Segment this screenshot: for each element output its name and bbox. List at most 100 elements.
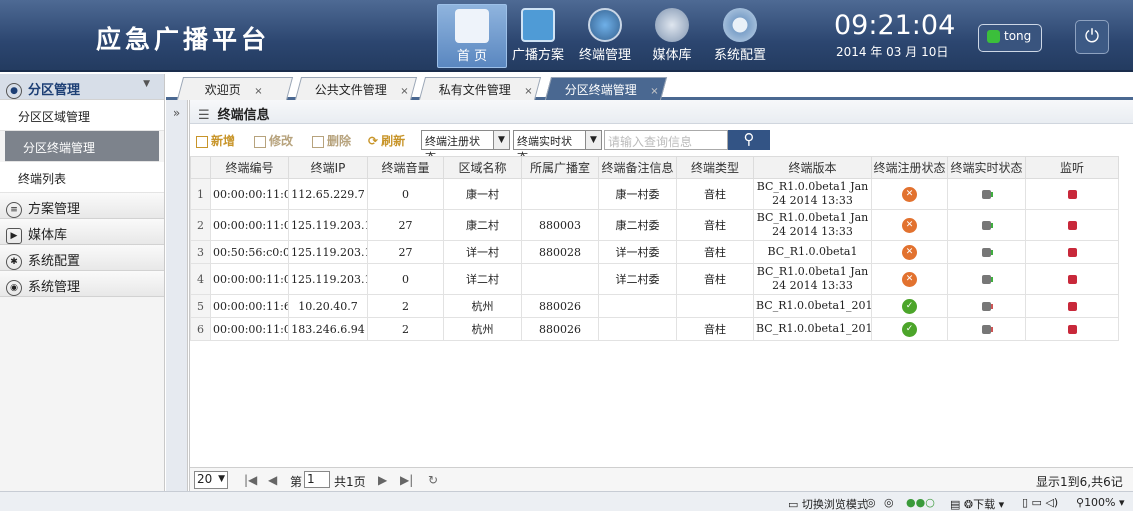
- tab-public-files[interactable]: 公共文件管理 ×: [294, 77, 418, 100]
- sidebar-group-zone[interactable]: ● 分区管理 ▼: [0, 74, 164, 100]
- edit-button[interactable]: 修改: [254, 132, 293, 149]
- sidebar-item-terminal-list[interactable]: 终端列表: [0, 162, 164, 193]
- column-header[interactable]: 所属广播室: [521, 156, 599, 179]
- check-icon: ✓: [902, 321, 917, 337]
- column-header[interactable]: 终端编号: [210, 156, 289, 179]
- zoom-control[interactable]: ⚲100% ▾: [1076, 496, 1125, 509]
- speaker-mute-icon[interactable]: [1067, 190, 1077, 199]
- tools-icon[interactable]: ▯ ▭ ◁): [1022, 496, 1058, 509]
- search-input[interactable]: 请输入查询信息: [604, 130, 728, 150]
- table-row[interactable]: 500:00:00:11:66:110.20.40.72杭州880026 BC_R…: [190, 294, 1119, 318]
- speaker-mute-icon[interactable]: [1067, 275, 1077, 284]
- monitor-cell[interactable]: [1025, 178, 1119, 210]
- nav-system-config[interactable]: 系统配置: [705, 4, 775, 68]
- browser-status-bar: ▭ 切换浏览模式 ◎ ◎ ●●○ ▤ ❂下载 ▾ ▯ ▭ ◁) ⚲100% ▾: [0, 491, 1133, 511]
- user-button[interactable]: tong: [978, 24, 1042, 52]
- monitor-cell[interactable]: [1025, 294, 1119, 318]
- last-page-icon[interactable]: ▶|: [400, 473, 413, 487]
- nav-terminal[interactable]: 终端管理: [570, 4, 640, 68]
- column-header[interactable]: 终端IP: [288, 156, 368, 179]
- app-title: 应急广播平台: [96, 25, 271, 54]
- register-status-cell: ✕: [871, 240, 948, 264]
- toggle-icon[interactable]: ●●○: [906, 496, 935, 509]
- nav-broadcast-plan[interactable]: 广播方案: [503, 4, 573, 68]
- monitor-cell[interactable]: [1025, 263, 1119, 295]
- add-icon: [196, 135, 208, 148]
- terminal-note: [598, 294, 677, 318]
- table-row[interactable]: 400:00:00:11:00:0125.119.203.170详二村 详二村委音…: [190, 263, 1119, 295]
- power-button[interactable]: ⏻: [1075, 20, 1109, 54]
- register-status-select[interactable]: 终端注册状态▼: [421, 130, 510, 164]
- column-header[interactable]: 终端音量: [367, 156, 444, 179]
- delete-button[interactable]: 删除: [312, 132, 351, 149]
- globe-icon[interactable]: ◎: [884, 496, 894, 509]
- media-icon: ▶: [6, 227, 22, 244]
- nav-home[interactable]: 首 页: [437, 4, 507, 68]
- monitor-cell[interactable]: [1025, 209, 1119, 241]
- terminal-ip: 125.119.203.17: [288, 263, 368, 295]
- zoom-value: 100%: [1084, 496, 1116, 509]
- sidebar-item-zone-area[interactable]: 分区区域管理: [0, 100, 164, 131]
- refresh-button[interactable]: ⟳ 刷新: [368, 132, 405, 149]
- row-index: 3: [190, 240, 211, 264]
- first-page-icon[interactable]: |◀: [244, 473, 257, 487]
- sidebar-group-media[interactable]: ▶ 媒体库: [0, 219, 164, 245]
- close-icon[interactable]: ×: [650, 86, 658, 97]
- table-row[interactable]: 600:00:00:11:00:0183.246.6.942杭州880026 音柱…: [190, 317, 1119, 341]
- double-chevron-right-icon: »: [172, 106, 181, 120]
- sidebar-collapse-handle[interactable]: »: [166, 74, 188, 491]
- terminal-id: 00:00:00:11:00:0: [210, 263, 289, 295]
- column-header[interactable]: 监听: [1025, 156, 1119, 179]
- terminal-note: 康二村委: [598, 209, 677, 241]
- sidebar-group-config[interactable]: ✱ 系统配置: [0, 245, 164, 271]
- tab-welcome[interactable]: 欢迎页 ×: [176, 77, 294, 100]
- download-button[interactable]: ▤ ❂下载 ▾: [950, 496, 1004, 512]
- page-size-select[interactable]: 20 ▼: [194, 471, 228, 489]
- sidebar-group-system[interactable]: ◉ 系统管理: [0, 271, 164, 297]
- column-header[interactable]: 区域名称: [443, 156, 522, 179]
- speaker-mute-icon[interactable]: [1067, 302, 1077, 311]
- realtime-status-select[interactable]: 终端实时状态▼: [513, 130, 602, 164]
- search-button[interactable]: ⚲: [728, 130, 770, 150]
- tab-private-files[interactable]: 私有文件管理 ×: [418, 77, 542, 100]
- monitor-cell[interactable]: [1025, 240, 1119, 264]
- sidebar-group-plan[interactable]: ≡ 方案管理: [0, 193, 164, 219]
- column-header[interactable]: [190, 156, 211, 179]
- sidebar-item-zone-terminal[interactable]: 分区终端管理: [5, 131, 159, 162]
- column-header[interactable]: 终端备注信息: [598, 156, 677, 179]
- table-row[interactable]: 300:50:56:c0:00:0125.119.203.1727详一村8800…: [190, 240, 1119, 264]
- chevron-down-icon: ▼: [143, 79, 150, 89]
- page-size-value: 20: [197, 472, 213, 486]
- nav-media[interactable]: 媒体库: [637, 4, 707, 68]
- column-header[interactable]: 终端实时状态: [947, 156, 1026, 179]
- speaker-mute-icon[interactable]: [1067, 325, 1077, 334]
- realtime-status-cell: [947, 294, 1026, 318]
- next-page-icon[interactable]: ▶: [378, 473, 387, 487]
- tab-zone-terminal[interactable]: 分区终端管理 ×: [544, 77, 668, 100]
- column-header[interactable]: 终端版本: [753, 156, 872, 179]
- monitor-cell[interactable]: [1025, 317, 1119, 341]
- column-header[interactable]: 终端注册状态: [871, 156, 948, 179]
- browse-mode-button[interactable]: ▭ 切换浏览模式: [788, 496, 868, 512]
- close-icon[interactable]: ×: [400, 86, 408, 97]
- speaker-mute-icon[interactable]: [1067, 248, 1077, 257]
- page-number-input[interactable]: 1: [304, 471, 330, 488]
- nav-home-label: 首 页: [456, 49, 488, 64]
- terminal-volume: 2: [367, 294, 444, 318]
- terminal-volume: 27: [367, 240, 444, 264]
- globe-icon[interactable]: ◎: [866, 496, 876, 509]
- prev-page-icon[interactable]: ◀: [268, 473, 277, 487]
- table-row[interactable]: 200:00:00:11:00:0125.119.203.1727康二村8800…: [190, 209, 1119, 241]
- row-index: 1: [190, 178, 211, 210]
- add-label: 新增: [211, 134, 236, 148]
- table-row[interactable]: 100:00:00:11:00:0112.65.229.70康一村 康一村委音柱B…: [190, 178, 1119, 210]
- column-header[interactable]: 终端类型: [676, 156, 754, 179]
- reload-icon[interactable]: ↻: [428, 473, 438, 487]
- realtime-status-cell: [947, 240, 1026, 264]
- speaker-mute-icon[interactable]: [1067, 221, 1077, 230]
- area-name: 杭州: [443, 294, 522, 318]
- close-icon[interactable]: ×: [254, 86, 262, 97]
- close-icon[interactable]: ×: [524, 86, 532, 97]
- add-button[interactable]: 新增: [196, 132, 235, 149]
- terminal-id: 00:00:00:11:00:0: [210, 209, 289, 241]
